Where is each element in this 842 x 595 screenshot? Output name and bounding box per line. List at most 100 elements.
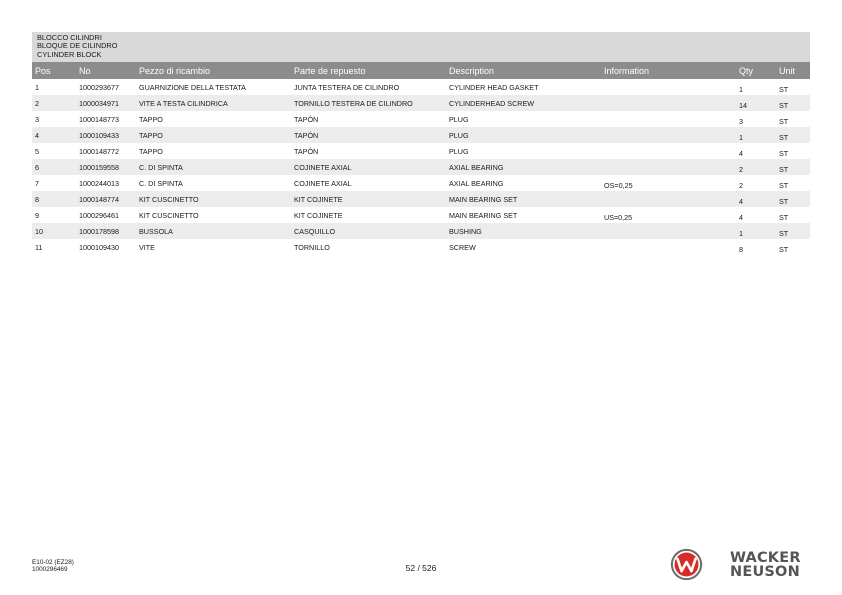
cell-pos: 6	[32, 159, 76, 175]
cell-description: AXIAL BEARING	[449, 178, 504, 188]
wacker-neuson-logo-icon	[670, 548, 703, 581]
cell-information	[601, 143, 736, 159]
page-number: 52 / 526	[405, 563, 437, 573]
cell-pos: 8	[32, 191, 76, 207]
table-row: 11 1000109430 VITE TORNILLO SCREW 8 ST	[32, 239, 810, 255]
logo-wordmark: WACKER NEUSON	[730, 550, 801, 580]
cell-information	[601, 223, 736, 239]
table-row: 8 1000148774 KIT CUSCINETTO KIT COJINETE MAI…	[32, 191, 810, 207]
cell-information	[601, 111, 736, 127]
cell-italian-name: VITE	[139, 242, 155, 252]
table-row: 9 1000296461 KIT CUSCINETTO KIT COJINETE MAI…	[32, 207, 810, 223]
footer-document-info: E10-02 (EZ28) 1000296469	[32, 559, 74, 574]
table-row: 1 1000293677 GUARNIZIONE DELLA TESTATA JUNT…	[32, 79, 810, 95]
cell-italian-name: TAPPO	[139, 146, 163, 156]
table-row: 7 1000244013 C. DI SPINTA COJINETE AXIAL AXI…	[32, 175, 810, 191]
cell-part-number: 1000178598	[76, 223, 136, 239]
cell-part-number: 1000148773	[79, 114, 119, 124]
table-row: 10 1000178598 BUSSOLA CASQUILLO BUSHING 1 ST	[32, 223, 810, 239]
cell-description: CYLINDER HEAD GASKET	[449, 82, 539, 92]
column-header-no: No	[76, 62, 136, 79]
cell-spanish-name: COJINETE AXIAL	[291, 159, 446, 175]
cell-unit: ST	[779, 213, 789, 222]
table-row: 3 1000148773 TAPPO TAPÓN PLUG 3 ST	[32, 111, 810, 127]
cell-description: PLUG	[446, 127, 601, 143]
cell-pos: 7	[35, 178, 39, 188]
cell-part-number: 1000109430	[79, 242, 119, 252]
cell-part-number: 1000244013	[79, 178, 119, 188]
cell-description: CYLINDERHEAD SCREW	[446, 95, 601, 111]
cell-description: SCREW	[449, 242, 476, 252]
cell-italian-name: BUSSOLA	[136, 223, 291, 239]
cell-italian-name: GUARNIZIONE DELLA TESTATA	[139, 82, 246, 92]
cell-pos: 9	[35, 210, 39, 220]
cell-quantity: 2	[736, 159, 776, 175]
cell-unit: ST	[776, 127, 810, 143]
cell-description: PLUG	[449, 114, 469, 124]
cell-spanish-name: TAPÓN	[294, 146, 319, 156]
cell-pos: 11	[35, 242, 43, 252]
cell-spanish-name: TORNILLO TESTERA DE CILINDRO	[291, 95, 446, 111]
cell-pos: 2	[32, 95, 76, 111]
cell-information: OS=0,25	[604, 181, 633, 190]
cell-information	[601, 239, 736, 255]
column-header-qty: Qty	[736, 62, 776, 79]
cell-spanish-name: JUNTA TESTERA DE CILINDRO	[294, 82, 400, 92]
cell-description: AXIAL BEARING	[446, 159, 601, 175]
cell-unit: ST	[779, 181, 789, 190]
cell-italian-name: TAPPO	[139, 114, 163, 124]
cell-italian-name: VITE A TESTA CILINDRICA	[136, 95, 291, 111]
cell-italian-name: KIT CUSCINETTO	[136, 191, 291, 207]
logo-wordmark-line1: WACKER	[730, 550, 801, 566]
title-spanish: BLOQUE DE CILINDRO	[37, 41, 118, 51]
cell-pos: 10	[32, 223, 76, 239]
cell-unit: ST	[776, 95, 810, 111]
table-header-row: Pos No Pezzo di ricambio Parte de repues…	[32, 62, 810, 79]
column-header-italian: Pezzo di ricambio	[136, 62, 291, 79]
column-header-pos: Pos	[32, 62, 76, 79]
cell-pos: 4	[32, 127, 76, 143]
cell-description: PLUG	[449, 146, 469, 156]
column-header-description: Description	[446, 62, 601, 79]
cell-spanish-name: TORNILLO	[294, 242, 330, 252]
cell-spanish-name: KIT COJINETE	[291, 191, 446, 207]
footer-model: E10-02 (EZ28)	[32, 559, 74, 566]
cell-description: MAIN BEARING SET	[446, 191, 601, 207]
cell-unit: ST	[776, 191, 810, 207]
cell-quantity: 4	[739, 149, 743, 158]
table-row: 5 1000148772 TAPPO TAPÓN PLUG 4 ST	[32, 143, 810, 159]
cell-quantity: 1	[736, 127, 776, 143]
cell-part-number: 1000148772	[79, 146, 119, 156]
cell-quantity: 1	[739, 85, 743, 94]
cell-pos: 1	[35, 82, 39, 92]
logo-wordmark-line2: NEUSON	[730, 564, 800, 580]
cell-information	[601, 191, 736, 207]
title-italian: BLOCCO CILINDRI	[37, 33, 102, 42]
cell-italian-name: TAPPO	[136, 127, 291, 143]
cell-quantity: 14	[736, 95, 776, 111]
title-english: CYLINDER BLOCK	[37, 49, 102, 59]
cell-unit: ST	[776, 223, 810, 239]
footer-doc-number: 1000296469	[32, 566, 68, 574]
cell-quantity: 2	[739, 181, 743, 190]
cell-pos: 3	[35, 114, 39, 124]
cell-part-number: 1000293677	[79, 82, 119, 92]
cell-spanish-name: TAPÓN	[291, 127, 446, 143]
cell-pos: 5	[35, 146, 39, 156]
cell-spanish-name: TAPÓN	[294, 114, 319, 124]
column-header-unit: Unit	[776, 62, 810, 79]
cell-quantity: 1	[736, 223, 776, 239]
column-header-information: Information	[601, 62, 736, 79]
cell-part-number: 1000296461	[79, 210, 119, 220]
cell-spanish-name: KIT COJINETE	[294, 210, 343, 220]
cell-description: BUSHING	[446, 223, 601, 239]
cell-quantity: 4	[736, 191, 776, 207]
cell-quantity: 3	[739, 117, 743, 126]
cell-information	[601, 79, 736, 95]
column-header-spanish: Parte de repuesto	[291, 62, 446, 79]
cell-italian-name: C. DI SPINTA	[136, 159, 291, 175]
cell-unit: ST	[779, 245, 789, 254]
table-row: 2 1000034971 VITE A TESTA CILINDRICA TORNIL…	[32, 95, 810, 111]
cell-spanish-name: CASQUILLO	[291, 223, 446, 239]
cell-quantity: 8	[739, 245, 743, 254]
